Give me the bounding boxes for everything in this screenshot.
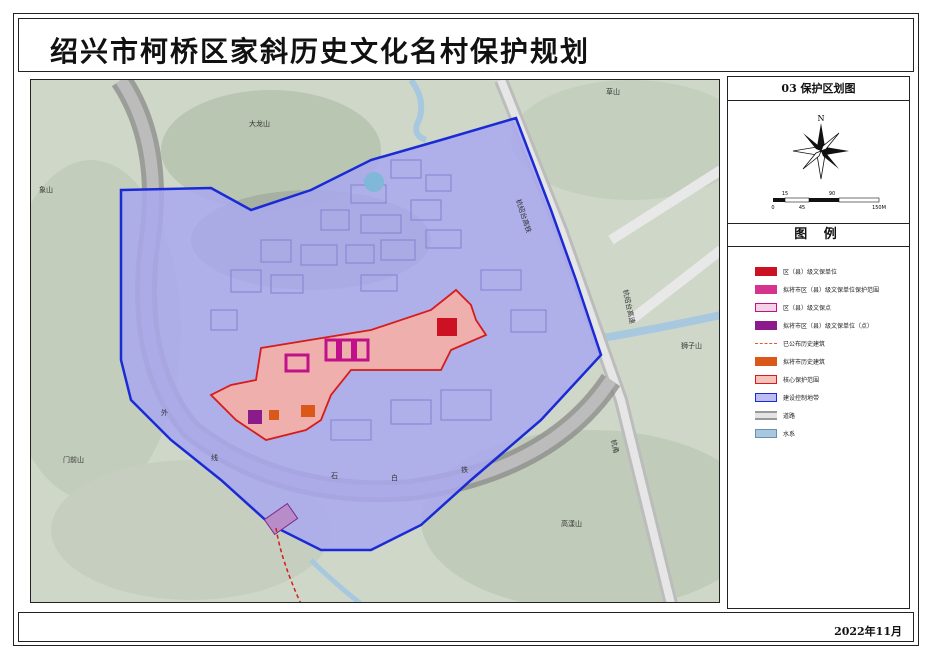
legend-swatch <box>755 302 777 312</box>
legend-swatch <box>755 392 777 402</box>
map-title: 03 保护区划图 <box>728 77 909 101</box>
road-label: 外 <box>161 408 168 417</box>
pond <box>364 172 384 192</box>
scale-label: 15 <box>782 191 788 197</box>
legend-swatch <box>755 342 777 344</box>
heritage-unit-red[interactable] <box>437 318 457 336</box>
legend: 区（县）级文保单位 拟将市区（县）级文保单位保护范围 区（县）级文保点 拟将市区… <box>755 262 905 442</box>
legend-swatch <box>755 320 777 330</box>
scale-label: 0 <box>771 205 774 211</box>
page-title: 绍兴市柯桥区家斜历史文化名村保护规划 <box>50 35 591 68</box>
mountain-label: 草山 <box>606 87 620 96</box>
legend-label: 建设控制地带 <box>783 394 820 402</box>
mountain-label: 高漾山 <box>561 519 582 528</box>
legend-swatch <box>755 374 777 384</box>
scale-label: 45 <box>799 205 805 211</box>
legend-item: 建设控制地带 <box>755 388 905 406</box>
legend-label: 拟将市历史建筑 <box>783 358 826 366</box>
scale-label: 150M <box>872 205 886 211</box>
mountain-label: 门前山 <box>63 455 84 464</box>
map-canvas[interactable]: 大龙山 象山 门前山 狮子山 高漾山 草山 杭绍台高铁 杭绍台高速 杭甬 外 线… <box>30 79 720 603</box>
date-label: 2022年11月 <box>834 625 902 638</box>
road-label: 石 <box>331 472 338 480</box>
legend-label: 道路 <box>783 412 796 420</box>
legend-label: 区（县）级文保单位 <box>783 268 838 276</box>
legend-label: 拟将市区（县）级文保单位（点） <box>783 322 874 330</box>
legend-label: 水系 <box>783 430 796 438</box>
legend-label: 已公布历史建筑 <box>783 340 826 348</box>
legend-item: 拟将市历史建筑 <box>755 352 905 370</box>
legend-swatch <box>755 266 777 276</box>
mountain-label: 大龙山 <box>249 119 270 128</box>
legend-item: 核心保护范围 <box>755 370 905 388</box>
legend-item: 区（县）级文保点 <box>755 298 905 316</box>
legend-item: 道路 <box>755 406 905 424</box>
mountain-label: 象山 <box>39 185 53 194</box>
footer-bar <box>18 612 914 642</box>
heritage-unit-purple[interactable] <box>248 410 262 424</box>
compass-and-scale: N 0 15 45 90 150M <box>771 114 886 211</box>
map-svg: 大龙山 象山 门前山 狮子山 高漾山 草山 杭绍台高铁 杭绍台高速 杭甬 外 线… <box>31 80 719 602</box>
legend-item: 已公布历史建筑 <box>755 334 905 352</box>
legend-swatch <box>755 284 777 294</box>
legend-item: 区（县）级文保单位 <box>755 262 905 280</box>
legend-heading: 图 例 <box>728 223 909 247</box>
compass-north-label: N <box>818 114 825 123</box>
mountain-label: 狮子山 <box>681 341 702 350</box>
scale-label: 90 <box>829 191 835 197</box>
legend-swatch <box>755 428 777 438</box>
map-sidebar: 03 保护区划图 N 0 15 45 90 150M 图 例 区（县）级文保单位… <box>727 76 910 609</box>
scale-bar <box>773 197 880 203</box>
road-label: 白 <box>391 473 398 482</box>
legend-label: 核心保护范围 <box>783 376 820 384</box>
road-label: 铁 <box>461 465 468 474</box>
legend-swatch <box>755 356 777 366</box>
legend-label: 区（县）级文保点 <box>783 304 832 312</box>
legend-item: 水系 <box>755 424 905 442</box>
compass-rose-icon <box>792 123 849 180</box>
road-label: 线 <box>211 453 218 462</box>
legend-item: 拟将市区（县）级文保单位保护范围 <box>755 280 905 298</box>
legend-item: 拟将市区（县）级文保单位（点） <box>755 316 905 334</box>
legend-swatch <box>755 410 777 420</box>
legend-label: 拟将市区（县）级文保单位保护范围 <box>783 286 880 294</box>
